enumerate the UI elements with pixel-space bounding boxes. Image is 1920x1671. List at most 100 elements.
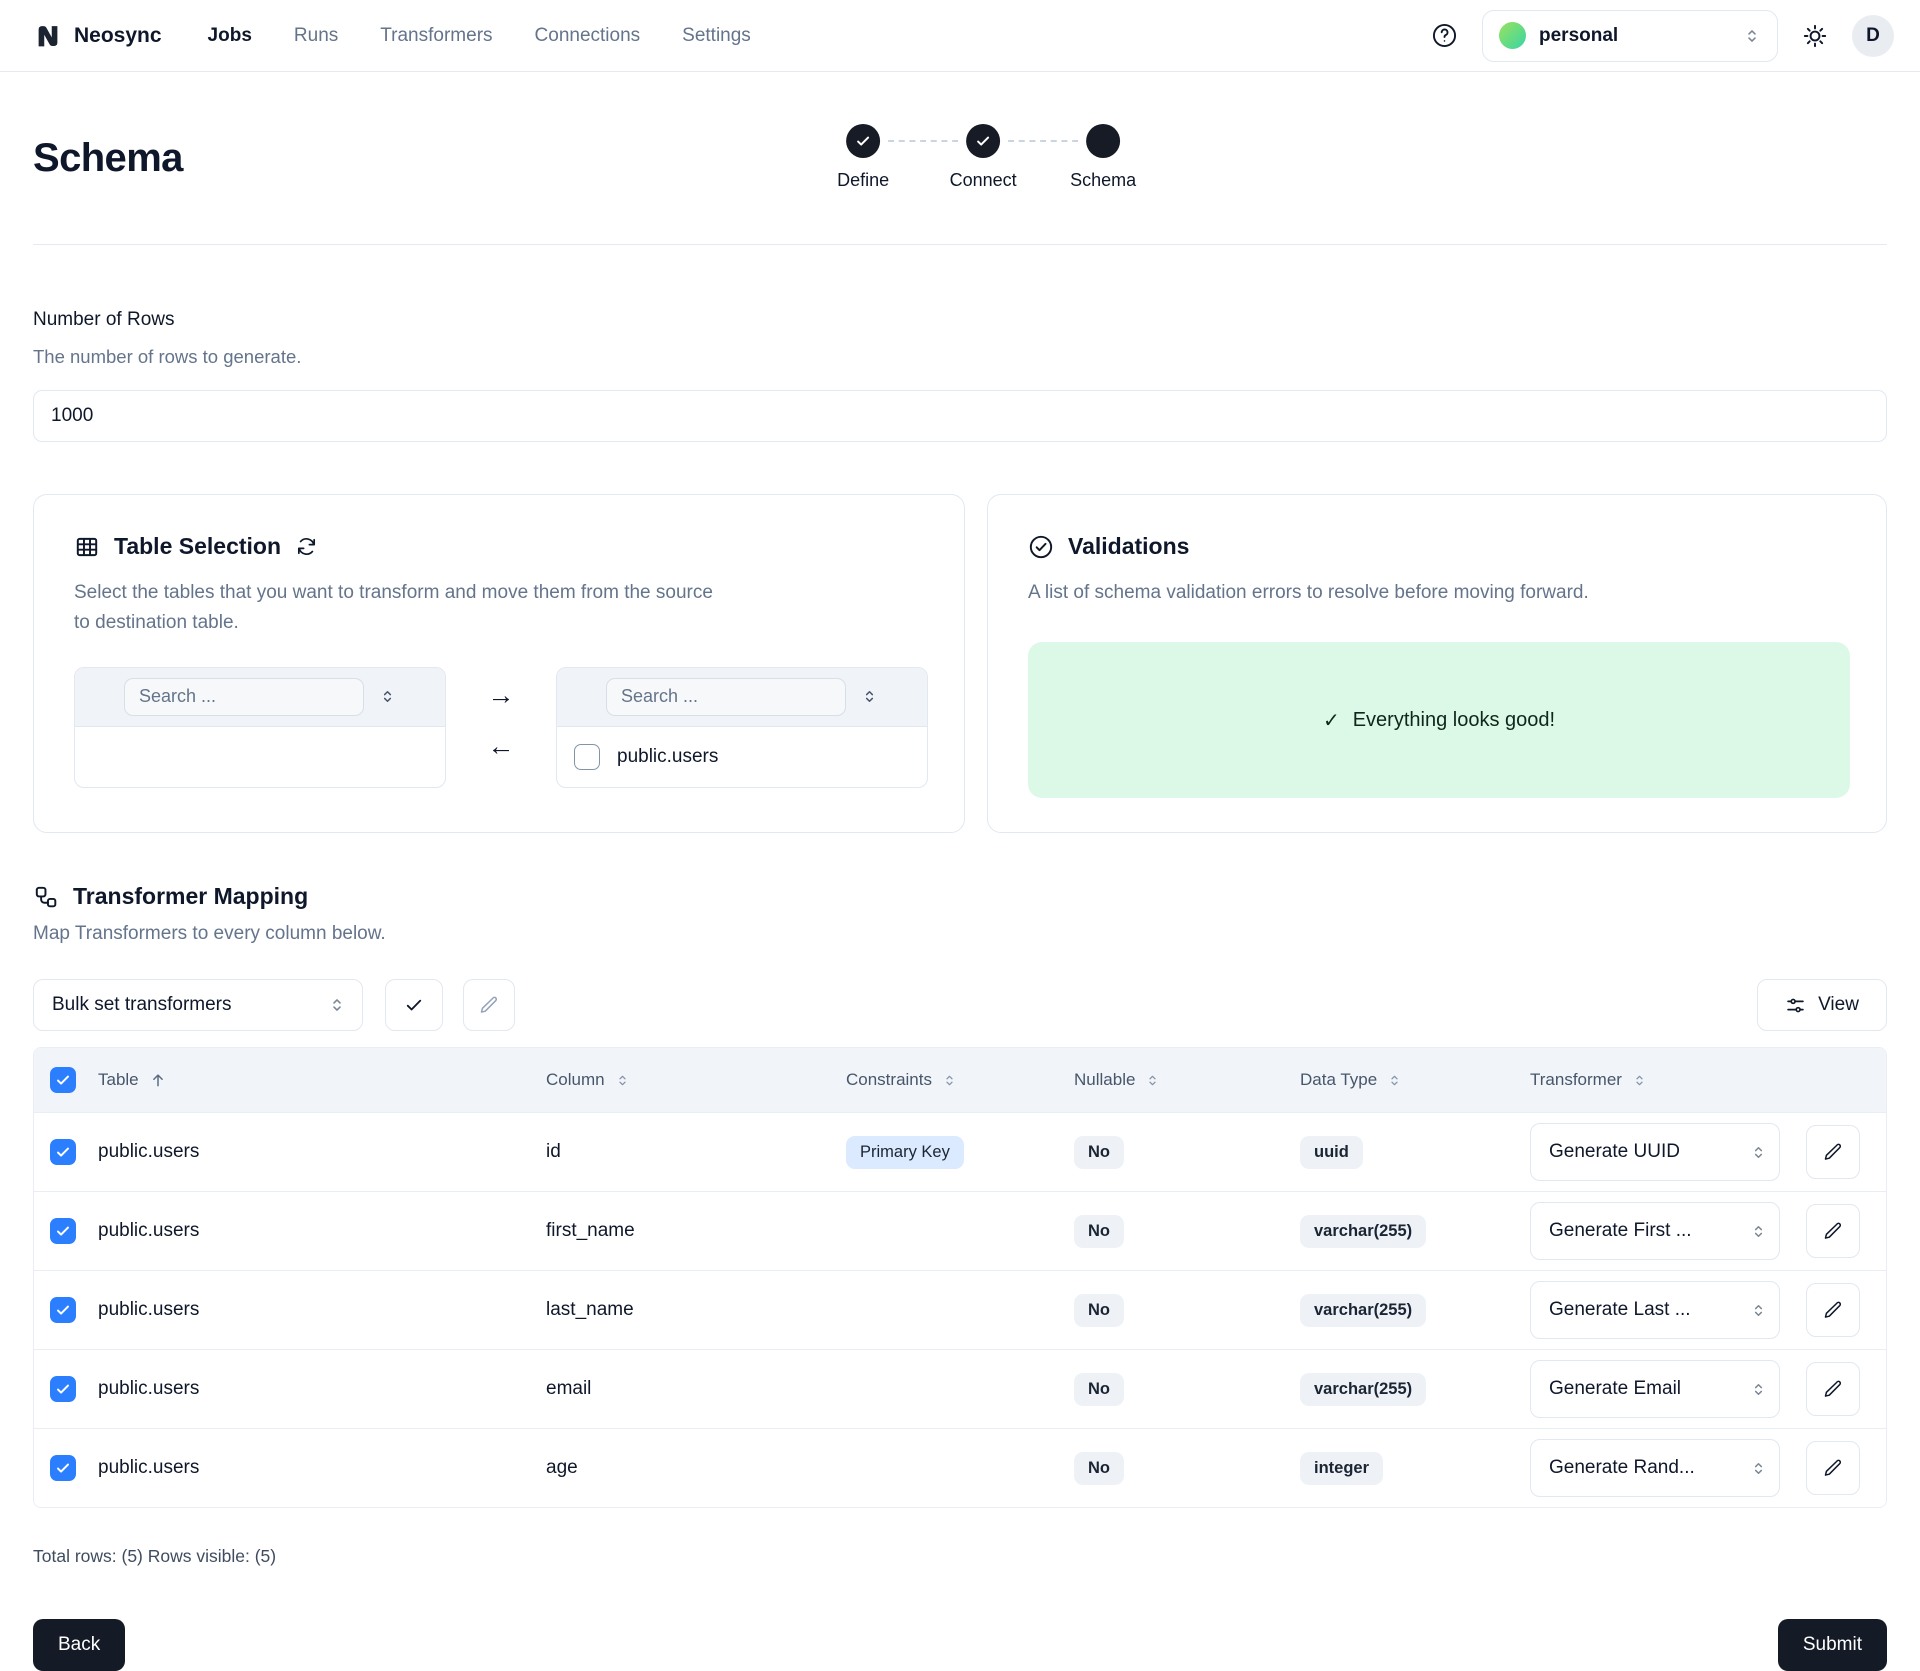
chevrons-up-down-icon (1750, 1223, 1767, 1240)
source-tables-header (75, 668, 445, 727)
source-search-input[interactable] (124, 678, 364, 716)
submit-button[interactable]: Submit (1778, 1619, 1887, 1671)
help-icon[interactable] (1431, 22, 1458, 49)
chevrons-up-down-icon (1750, 1302, 1767, 1319)
transformer-select[interactable]: Generate First ... (1530, 1202, 1780, 1260)
select-all-checkbox[interactable] (50, 1067, 76, 1093)
step-schema[interactable]: Schema (1058, 124, 1148, 191)
table-row: public.users id Primary Key No uuid Gene… (34, 1112, 1886, 1191)
destination-table-item: public.users (557, 727, 927, 787)
column-header-transformer[interactable]: Transformer (1530, 1070, 1806, 1090)
step-define-label: Define (837, 170, 889, 191)
bulk-set-transformers-select[interactable]: Bulk set transformers (33, 979, 363, 1031)
nav-item-runs[interactable]: Runs (294, 25, 338, 47)
destination-search-input[interactable] (606, 678, 846, 716)
pencil-icon (1823, 1379, 1843, 1399)
column-header-nullable[interactable]: Nullable (1074, 1070, 1300, 1090)
step-define[interactable]: Define (818, 124, 908, 191)
number-of-rows-input[interactable] (33, 390, 1887, 442)
column-header-constraints[interactable]: Constraints (846, 1070, 1074, 1090)
view-button[interactable]: View (1757, 979, 1887, 1031)
step-schema-dot (1086, 124, 1120, 158)
move-left-icon[interactable]: ← (488, 733, 515, 760)
sliders-icon (1785, 995, 1806, 1016)
user-avatar[interactable]: D (1852, 15, 1894, 57)
chevrons-up-down-icon (942, 1073, 957, 1088)
nav-item-transformers[interactable]: Transformers (380, 25, 492, 47)
nav-item-jobs[interactable]: Jobs (208, 25, 252, 47)
nullable-badge: No (1074, 1215, 1124, 1248)
validations-title: Validations (1068, 533, 1189, 560)
brand[interactable]: Neosync (33, 21, 162, 51)
cell-column: first_name (546, 1220, 846, 1242)
chevrons-up-down-icon (1750, 1460, 1767, 1477)
step-connect[interactable]: Connect (938, 124, 1028, 191)
view-button-label: View (1818, 994, 1859, 1016)
pencil-icon (1823, 1300, 1843, 1320)
wizard-stepper: Define Connect Schema (818, 124, 1148, 191)
cell-column: last_name (546, 1299, 846, 1321)
bulk-edit-button[interactable] (463, 979, 515, 1031)
table-item-label: public.users (617, 746, 718, 768)
number-of-rows-description: The number of rows to generate. (33, 346, 1887, 368)
wizard-actions: Back Submit (33, 1619, 1887, 1671)
mapping-table: Table Column Constraints Nullable Data T… (33, 1047, 1887, 1508)
validations-header: Validations (1028, 533, 1850, 560)
transformer-select[interactable]: Generate Last ... (1530, 1281, 1780, 1339)
edit-transformer-button[interactable] (1806, 1283, 1860, 1337)
move-right-icon[interactable]: → (488, 682, 515, 709)
chevrons-up-down-icon (1750, 1144, 1767, 1161)
nullable-badge: No (1074, 1136, 1124, 1169)
apply-bulk-button[interactable] (385, 979, 443, 1031)
edit-transformer-button[interactable] (1806, 1125, 1860, 1179)
check-icon (404, 995, 424, 1015)
row-checkbox[interactable] (50, 1139, 76, 1165)
table-selection-title: Table Selection (114, 533, 281, 560)
chevrons-up-down-icon (615, 1073, 630, 1088)
transformer-select[interactable]: Generate Rand... (1530, 1439, 1780, 1497)
column-header-data-type[interactable]: Data Type (1300, 1070, 1530, 1090)
account-label: personal (1539, 25, 1730, 47)
back-button[interactable]: Back (33, 1619, 125, 1671)
transformer-select[interactable]: Generate Email (1530, 1360, 1780, 1418)
chevrons-up-down-icon (1145, 1073, 1160, 1088)
theme-toggle-sun-icon[interactable] (1802, 23, 1828, 49)
transformer-select[interactable]: Generate UUID (1530, 1123, 1780, 1181)
refresh-icon[interactable] (295, 535, 318, 558)
validations-description: A list of schema validation errors to re… (1028, 578, 1688, 608)
step-connect-check-icon (966, 124, 1000, 158)
cell-table: public.users (98, 1220, 546, 1242)
table-selection-card: Table Selection Select the tables that y… (33, 494, 965, 833)
brand-name: Neosync (74, 24, 162, 48)
cell-table: public.users (98, 1141, 546, 1163)
neosync-logo-icon (33, 21, 63, 51)
page-header: Schema Define Connect Schema (33, 124, 1887, 224)
nav-item-connections[interactable]: Connections (535, 25, 641, 47)
validation-success-message: Everything looks good! (1353, 709, 1555, 732)
column-header-column[interactable]: Column (546, 1070, 846, 1090)
nav-item-settings[interactable]: Settings (682, 25, 751, 47)
chevrons-up-down-icon (1743, 27, 1761, 45)
chevrons-up-down-icon (1750, 1381, 1767, 1398)
account-select[interactable]: personal (1482, 10, 1778, 62)
transformer-mapping-description: Map Transformers to every column below. (33, 923, 1887, 945)
table-item-checkbox[interactable] (574, 744, 600, 770)
data-type-badge: integer (1300, 1452, 1383, 1485)
bulk-select-label: Bulk set transformers (52, 994, 232, 1016)
edit-transformer-button[interactable] (1806, 1441, 1860, 1495)
sort-toggle-icon[interactable] (379, 688, 396, 705)
sort-toggle-icon[interactable] (861, 688, 878, 705)
pencil-icon (479, 995, 499, 1015)
header-divider (33, 244, 1887, 245)
column-header-table[interactable]: Table (98, 1070, 546, 1090)
row-checkbox[interactable] (50, 1218, 76, 1244)
row-checkbox[interactable] (50, 1455, 76, 1481)
row-checkbox[interactable] (50, 1376, 76, 1402)
destination-tables-header (557, 668, 927, 727)
table-selection-header: Table Selection (74, 533, 928, 560)
row-checkbox[interactable] (50, 1297, 76, 1323)
dual-listbox: → ← public.users (74, 667, 928, 788)
edit-transformer-button[interactable] (1806, 1204, 1860, 1258)
circle-check-icon (1028, 534, 1054, 560)
edit-transformer-button[interactable] (1806, 1362, 1860, 1416)
